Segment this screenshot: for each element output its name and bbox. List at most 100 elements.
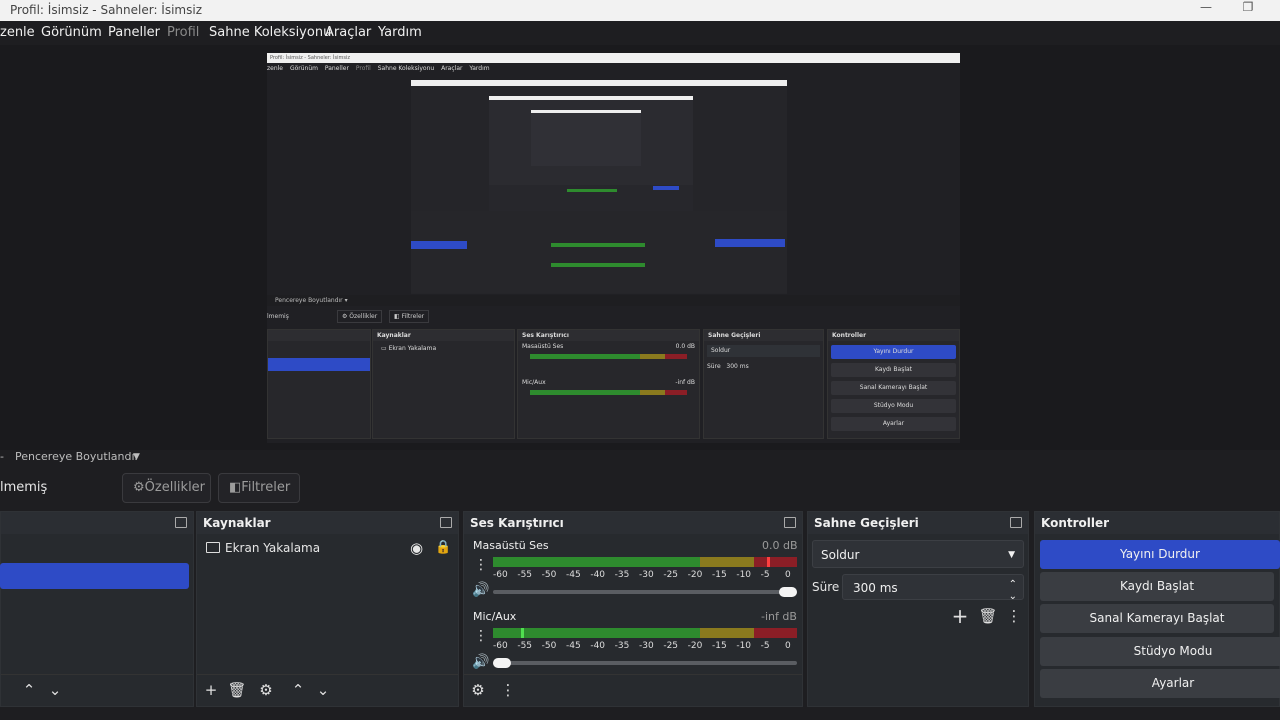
menu-docks[interactable]: Paneller <box>108 21 160 45</box>
nested-menu: zenle Görünüm Paneller Profil Sahne Kole… <box>267 63 960 75</box>
advanced-audio-icon[interactable]: ⚙ <box>468 680 488 700</box>
speaker-icon[interactable]: 🔊 <box>472 654 489 670</box>
nested-dur-label: Süre <box>707 363 721 370</box>
nested-settings-button: Ayarlar <box>831 417 956 431</box>
source-name: Ekran Yakalama <box>225 541 321 555</box>
nested-level-2-meter <box>551 263 645 267</box>
nested-mixer-dock: Ses Karıştırıcı Masaüstü Ses 0.0 dB Mic/A… <box>517 329 700 439</box>
meter-tick-label: -60 <box>493 641 508 651</box>
menu-help[interactable]: Yardım <box>378 21 422 45</box>
meter-scale: -60 -55 -50 -45 -40 -35 -30 -25 -20 -15 -10 -5 0 <box>493 641 797 653</box>
window-title: Profil: İsimsiz - Sahneler: İsimsiz <box>10 3 203 17</box>
undock-icon[interactable] <box>1010 517 1022 528</box>
nested-ctl-title: Kontroller <box>828 330 959 341</box>
nested-properties-label: Özellikler <box>349 313 378 320</box>
slider-handle[interactable] <box>493 658 511 668</box>
channel-name: Masaüstü Ses <box>473 539 549 552</box>
source-list-item[interactable]: Ekran Yakalama ◉ 🔒 <box>197 534 458 562</box>
nested-dur-value: 300 ms <box>726 363 749 370</box>
nested-properties: ⚙ Özellikler <box>337 310 383 323</box>
volume-slider[interactable] <box>493 658 797 668</box>
meter-tick-label: -50 <box>541 641 557 651</box>
meter-tick-label: 0 <box>785 570 791 580</box>
start-virtual-camera-button[interactable]: Sanal Kamerayı Başlat <box>1040 604 1274 633</box>
nested-menu-item: Paneller <box>324 65 349 72</box>
scenes-dock-header <box>1 512 193 534</box>
start-recording-button[interactable]: Kaydı Başlat <box>1040 572 1274 601</box>
menu-tools[interactable]: Araçlar <box>325 21 371 45</box>
undock-icon[interactable] <box>175 517 187 528</box>
transition-menu-icon[interactable]: ⋮ <box>1004 606 1024 626</box>
chevron-down-icon[interactable]: ▼ <box>133 450 140 464</box>
minimize-button[interactable]: — <box>1186 0 1226 21</box>
nested-record-button: Kaydı Başlat <box>831 363 956 377</box>
menu-edit[interactable]: zenle <box>0 21 35 45</box>
meter-tick-label: -50 <box>541 570 557 580</box>
nested-scenes-dock <box>267 329 371 439</box>
nested-titlebar: Profil: İsimsiz - Sahneler: İsimsiz <box>267 53 960 63</box>
mixer-dock-footer: ⚙ ⋮ <box>464 674 802 706</box>
nested-controls-dock: Kontroller Yayını Durdur Kaydı Başlat Sa… <box>827 329 960 439</box>
meter-tick-label: -45 <box>566 641 581 651</box>
transitions-dock-title: Sahne Geçişleri <box>814 516 919 530</box>
trash-icon[interactable]: 🗑 <box>978 606 998 626</box>
chevron-down-icon: ▼ <box>1008 550 1015 560</box>
controls-dock-title: Kontroller <box>1041 516 1110 530</box>
add-icon[interactable]: + <box>201 680 221 700</box>
nested-duration-row: Süre 300 ms <box>704 361 823 372</box>
meter-tick-label: -15 <box>712 641 727 651</box>
studio-mode-button[interactable]: Stüdyo Modu <box>1040 637 1280 666</box>
move-up-icon[interactable]: ⌃ <box>288 680 308 700</box>
filters-button[interactable]: ◧Filtreler <box>218 473 300 503</box>
nested-trans-select: Soldur <box>707 345 820 357</box>
menu-scene-collection[interactable]: Sahne Koleksiyonu <box>209 21 331 45</box>
move-down-icon[interactable]: ⌄ <box>45 680 65 700</box>
controls-dock-header: Kontroller <box>1035 512 1279 534</box>
meter-tick-label: -35 <box>614 570 630 580</box>
nested-status: lmemiş <box>267 313 289 320</box>
nested-scene-selected <box>268 358 370 371</box>
eye-icon[interactable]: ◉ <box>410 534 423 562</box>
meter-tick-label: -5 <box>760 641 770 651</box>
menu-profile[interactable]: Profil <box>167 21 199 45</box>
trash-icon[interactable]: 🗑 <box>227 680 247 700</box>
scale-prefix: - <box>0 450 4 463</box>
meter-tick-label: -30 <box>639 641 654 651</box>
preview-scale-bar: - Pencereye Boyutlandır ▼ <box>0 450 1280 464</box>
duration-spinbox[interactable]: 300 ms ⌃ ⌄ <box>842 574 1024 602</box>
mixer-menu-icon[interactable]: ⋮ <box>498 680 518 700</box>
menu-bar: zenle Görünüm Paneller Profil Sahne Kole… <box>0 21 1280 45</box>
add-icon[interactable]: + <box>950 606 970 626</box>
undock-icon[interactable] <box>784 517 796 528</box>
channel-menu-icon[interactable]: ⋮ <box>474 557 488 573</box>
menu-view[interactable]: Görünüm <box>41 21 102 45</box>
stop-streaming-button[interactable]: Yayını Durdur <box>1040 540 1280 569</box>
scene-list-item-selected[interactable] <box>0 563 189 589</box>
mixer-dock-header: Ses Karıştırıcı <box>464 512 802 534</box>
meter-tick-label: -60 <box>493 570 508 580</box>
nested-trans-title: Sahne Geçişleri <box>704 330 823 341</box>
transition-select[interactable]: Soldur ▼ <box>812 540 1024 568</box>
lock-icon[interactable]: 🔒 <box>435 534 451 562</box>
properties-button[interactable]: ⚙Özellikler <box>122 473 211 503</box>
nested-ch2-meter <box>530 390 687 395</box>
gear-icon[interactable]: ⚙ <box>256 680 276 700</box>
meter-band <box>699 628 755 638</box>
meter-tick-label: -25 <box>663 641 679 651</box>
channel-menu-icon[interactable]: ⋮ <box>474 628 488 644</box>
nested-bar-label: Pencereye Boyutlandır <box>275 297 343 304</box>
meter-tick-label: -45 <box>566 570 581 580</box>
meter-tick-label: -5 <box>760 570 770 580</box>
meter-band <box>754 557 797 567</box>
move-up-icon[interactable]: ⌃ <box>19 680 39 700</box>
move-down-icon[interactable]: ⌄ <box>313 680 333 700</box>
maximize-button[interactable]: ❐ <box>1228 0 1268 21</box>
meter-band <box>754 628 797 638</box>
filters-label: Filtreler <box>241 480 291 495</box>
scale-mode-dropdown[interactable]: Pencereye Boyutlandır <box>15 450 139 464</box>
slider-handle[interactable] <box>779 587 797 597</box>
undock-icon[interactable] <box>440 517 452 528</box>
speaker-icon[interactable]: 🔊 <box>472 582 489 598</box>
volume-slider[interactable] <box>493 587 797 597</box>
settings-button[interactable]: Ayarlar <box>1040 669 1280 698</box>
